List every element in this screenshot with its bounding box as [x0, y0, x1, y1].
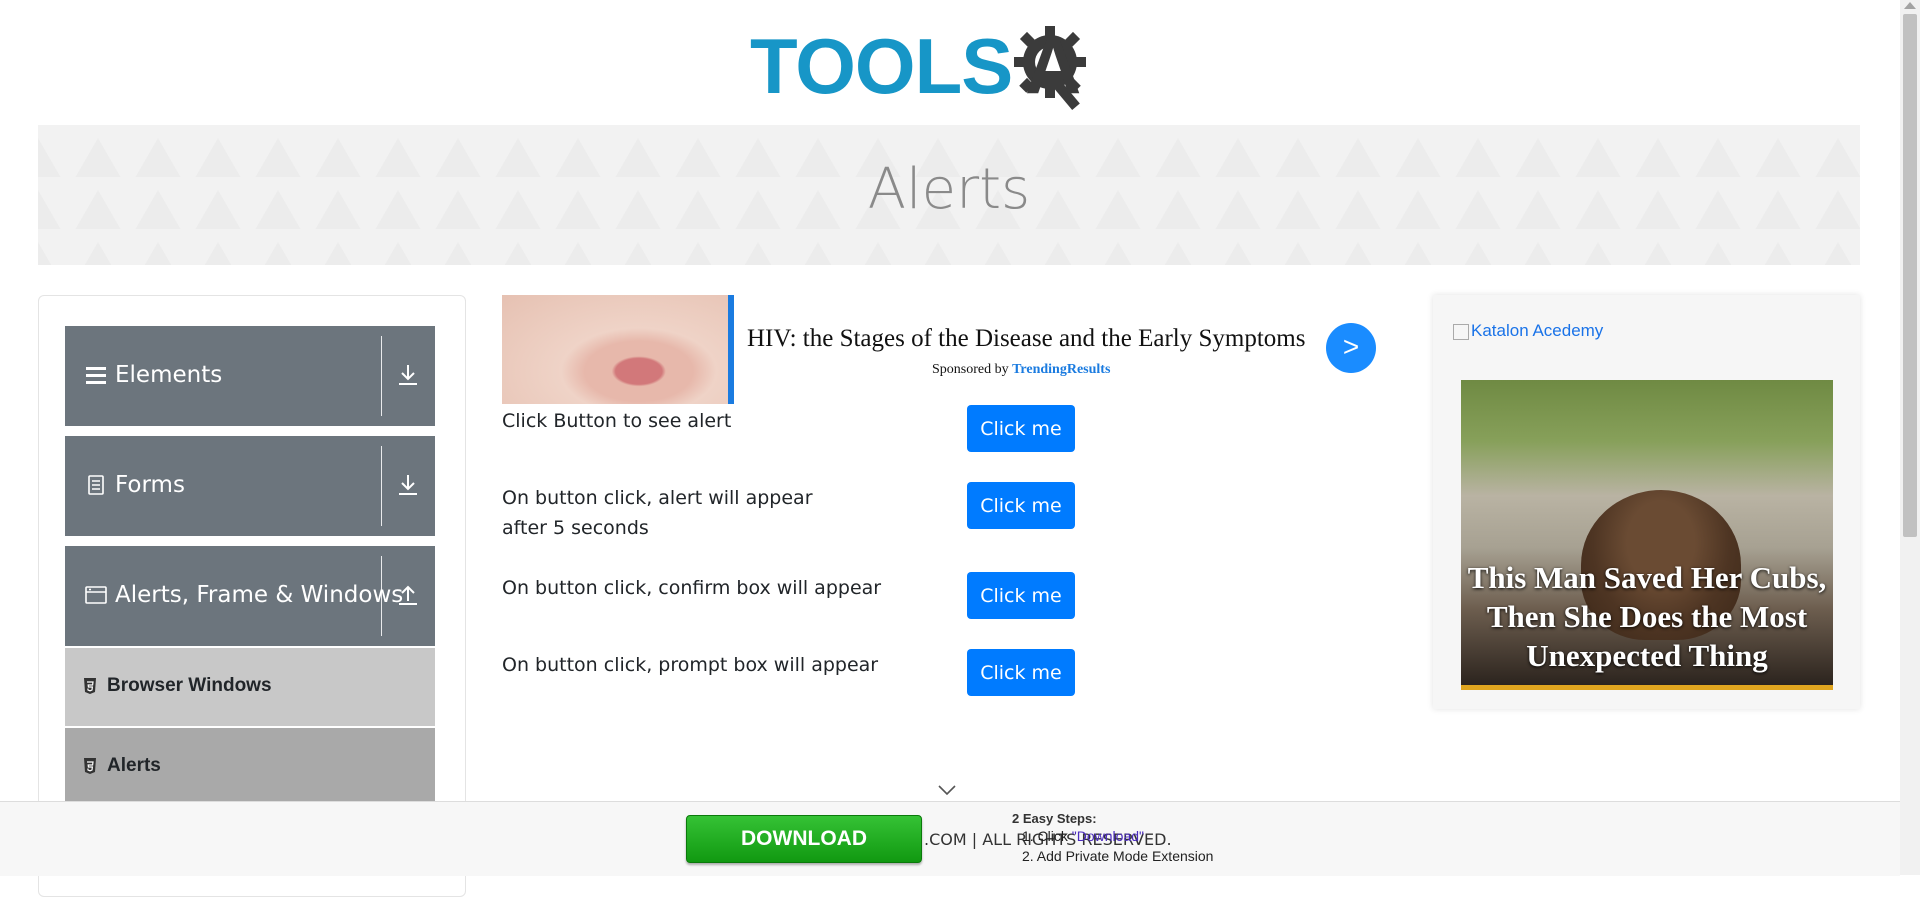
ad-sponsor: Sponsored by TrendingResults	[932, 362, 1110, 378]
sidebar-group-label: Elements	[115, 362, 223, 388]
step-2: 2. Add Private Mode Extension	[1022, 848, 1214, 864]
sidebar-group-label: Forms	[115, 472, 185, 498]
download-arrow-icon	[399, 475, 417, 495]
sponsored-ad[interactable]: HIV: the Stages of the Disease and the E…	[502, 295, 1378, 405]
scroll-up-arrow-icon[interactable]	[1904, 2, 1916, 9]
ad-title[interactable]: HIV: the Stages of the Disease and the E…	[747, 325, 1305, 353]
download-arrow-icon	[399, 365, 417, 385]
katalon-academy-link[interactable]: Katalon Acedemy	[1453, 321, 1603, 341]
confirm-button[interactable]: Click me	[967, 572, 1075, 619]
ad-caption: This Man Saved Her Cubs, Then She Does t…	[1467, 560, 1827, 673]
prompt-row-label: On button click, prompt box will appear	[502, 654, 879, 676]
scrollbar-thumb[interactable]	[1903, 14, 1917, 537]
timer-alert-button[interactable]: Click me	[967, 482, 1075, 529]
sidebar-item-browser-windows[interactable]: Browser Windows	[65, 648, 435, 727]
alert-row-label: Click Button to see alert	[502, 410, 732, 432]
logo-text-a: A	[1025, 22, 1082, 110]
sidebar-item-alerts[interactable]: Alerts	[65, 728, 435, 807]
page-title: Alerts	[867, 157, 1031, 222]
ad-accent-bar	[728, 295, 734, 404]
menu-icon	[86, 367, 106, 384]
form-icon	[88, 475, 104, 495]
html5-icon	[84, 678, 96, 694]
footer: .COM | ALL RIGHTS RESERVED.	[0, 801, 1900, 876]
ad-image[interactable]	[502, 295, 730, 404]
ad-bear-image[interactable]: This Man Saved Her Cubs, Then She Does t…	[1461, 380, 1833, 685]
ad-accent-line	[1461, 685, 1833, 690]
chevron-down-icon[interactable]	[937, 784, 957, 796]
divider	[381, 446, 382, 526]
ad-sponsor-prefix: Sponsored by	[932, 362, 1009, 377]
ad-next-button[interactable]: >	[1326, 323, 1376, 373]
logo-text: TOOLS	[750, 22, 1013, 110]
download-button[interactable]: DOWNLOAD	[686, 815, 922, 863]
step-1-prefix: 1. Click	[1022, 828, 1072, 844]
sidebar-group-forms[interactable]: Forms	[65, 436, 435, 536]
step-1: 1. Click "Download"	[1022, 828, 1144, 844]
window-icon	[85, 586, 107, 604]
step-1-link[interactable]: "Download"	[1072, 828, 1144, 844]
alert-button[interactable]: Click me	[967, 405, 1075, 452]
katalon-academy-alt: Katalon Acedemy	[1471, 321, 1604, 340]
sidebar-group-label: Alerts, Frame & Windows	[115, 582, 404, 608]
upload-arrow-icon	[399, 585, 417, 605]
steps-title: 2 Easy Steps:	[1012, 811, 1097, 826]
timer-alert-row-label: On button click, alert will appear after…	[502, 487, 813, 539]
ad-sponsor-link[interactable]: TrendingResults	[1012, 362, 1110, 377]
sidebar-item-label: Alerts	[107, 755, 161, 776]
confirm-row-label: On button click, confirm box will appear	[502, 577, 882, 599]
broken-image-icon	[1453, 323, 1469, 340]
html5-icon	[84, 758, 96, 774]
page-banner: Alerts	[38, 125, 1860, 265]
divider	[381, 336, 382, 416]
sidebar-group-alerts-frame-windows[interactable]: Alerts, Frame & Windows	[65, 546, 435, 646]
divider	[381, 556, 382, 636]
prompt-button[interactable]: Click me	[967, 649, 1075, 696]
right-ad[interactable]: Katalon Acedemy This Man Saved Her Cubs,…	[1433, 295, 1860, 709]
sidebar-group-elements[interactable]: Elements	[65, 326, 435, 426]
sidebar-item-label: Browser Windows	[107, 675, 272, 696]
toolsqa-logo[interactable]: TOOLS A	[750, 18, 1154, 116]
